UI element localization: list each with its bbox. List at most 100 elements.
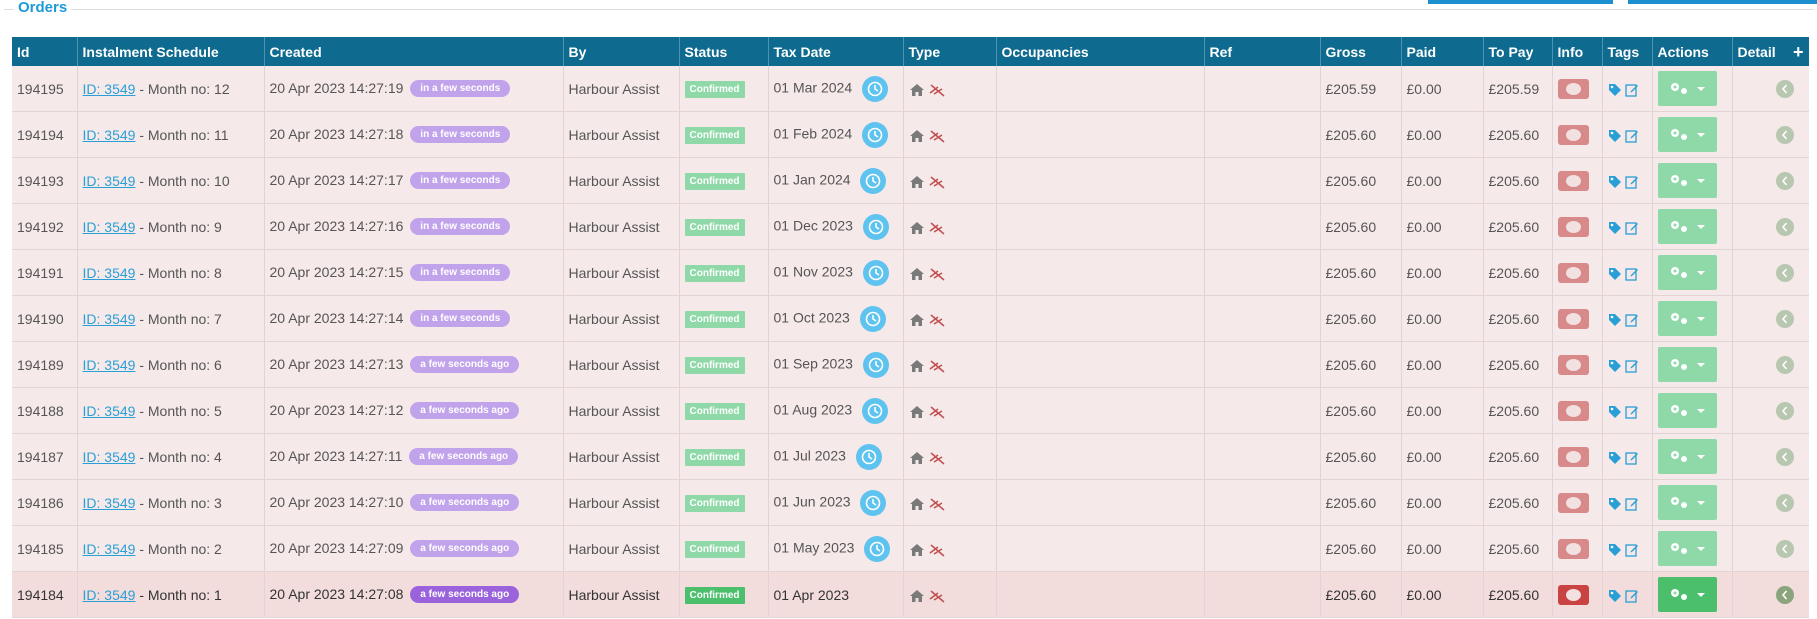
schedule-link[interactable]: ID: 3549 (83, 81, 136, 97)
schedule-link[interactable]: ID: 3549 (83, 311, 136, 327)
chevron-left-icon[interactable] (1775, 171, 1794, 190)
chevron-left-icon[interactable] (1775, 309, 1794, 328)
table-row[interactable]: 194195 ID: 3549 - Month no: 12 20 Apr 20… (12, 66, 1809, 112)
chevron-left-icon[interactable] (1775, 79, 1794, 98)
edit-icon[interactable] (1625, 175, 1639, 189)
chevron-left-icon[interactable] (1775, 447, 1794, 466)
table-row[interactable]: 194187 ID: 3549 - Month no: 4 20 Apr 202… (12, 433, 1809, 480)
edit-icon[interactable] (1625, 589, 1639, 603)
actions-dropdown-button[interactable] (1657, 439, 1717, 474)
table-row[interactable]: 194191 ID: 3549 - Month no: 8 20 Apr 202… (12, 249, 1809, 296)
chevron-left-icon[interactable] (1775, 493, 1794, 512)
actions-dropdown-button[interactable] (1657, 71, 1717, 106)
actions-dropdown-button[interactable] (1657, 531, 1717, 566)
top-action-button-1[interactable] (1428, 0, 1613, 4)
money-icon[interactable] (1557, 492, 1589, 513)
money-icon[interactable] (1557, 216, 1589, 237)
clock-icon[interactable] (864, 535, 891, 562)
money-icon[interactable] (1557, 584, 1589, 605)
money-icon[interactable] (1557, 262, 1589, 283)
col-header-created[interactable]: Created (264, 37, 564, 66)
edit-icon[interactable] (1625, 405, 1639, 419)
tag-icon[interactable] (1608, 267, 1622, 281)
col-header-instalment-schedule[interactable]: Instalment Schedule (77, 37, 265, 66)
schedule-link[interactable]: ID: 3549 (83, 541, 136, 557)
col-header-tags[interactable]: Tags (1602, 37, 1653, 66)
schedule-link[interactable]: ID: 3549 (83, 403, 136, 419)
clock-icon[interactable] (862, 121, 889, 148)
chevron-left-icon[interactable] (1775, 263, 1794, 282)
clock-icon[interactable] (862, 397, 889, 424)
schedule-link[interactable]: ID: 3549 (83, 449, 136, 465)
schedule-link[interactable]: ID: 3549 (83, 495, 136, 511)
col-header-gross[interactable]: Gross (1320, 37, 1402, 66)
col-header-paid[interactable]: Paid (1401, 37, 1484, 66)
chevron-left-icon[interactable] (1775, 401, 1794, 420)
actions-dropdown-button[interactable] (1657, 485, 1717, 520)
money-icon[interactable] (1557, 78, 1589, 99)
table-row[interactable]: 194185 ID: 3549 - Month no: 2 20 Apr 202… (12, 525, 1809, 572)
clock-icon[interactable] (860, 167, 887, 194)
clock-icon[interactable] (855, 443, 882, 470)
chevron-left-icon[interactable] (1775, 539, 1794, 558)
tag-icon[interactable] (1608, 497, 1622, 511)
col-header-id[interactable]: Id (12, 37, 78, 66)
chevron-left-icon[interactable] (1775, 355, 1794, 374)
money-icon[interactable] (1557, 124, 1589, 145)
tag-icon[interactable] (1608, 359, 1622, 373)
edit-icon[interactable] (1625, 129, 1639, 143)
table-row[interactable]: 194188 ID: 3549 - Month no: 5 20 Apr 202… (12, 387, 1809, 434)
actions-dropdown-button[interactable] (1657, 301, 1717, 336)
actions-dropdown-button[interactable] (1657, 577, 1717, 612)
col-header-ref[interactable]: Ref (1204, 37, 1321, 66)
col-header-by[interactable]: By (563, 37, 680, 66)
edit-icon[interactable] (1625, 543, 1639, 557)
tag-icon[interactable] (1608, 543, 1622, 557)
clock-icon[interactable] (862, 259, 889, 286)
col-header-tax-date[interactable]: Tax Date (768, 37, 904, 66)
edit-icon[interactable] (1625, 313, 1639, 327)
money-icon[interactable] (1557, 354, 1589, 375)
clock-icon[interactable] (860, 489, 887, 516)
schedule-link[interactable]: ID: 3549 (83, 265, 136, 281)
edit-icon[interactable] (1625, 267, 1639, 281)
actions-dropdown-button[interactable] (1657, 255, 1717, 290)
actions-dropdown-button[interactable] (1657, 209, 1717, 244)
col-header-info[interactable]: Info (1552, 37, 1603, 66)
tag-icon[interactable] (1608, 175, 1622, 189)
tag-icon[interactable] (1608, 451, 1622, 465)
money-icon[interactable] (1557, 538, 1589, 559)
col-header-status[interactable]: Status (679, 37, 769, 66)
schedule-link[interactable]: ID: 3549 (83, 173, 136, 189)
table-row[interactable]: 194189 ID: 3549 - Month no: 6 20 Apr 202… (12, 341, 1809, 388)
money-icon[interactable] (1557, 446, 1589, 467)
table-row[interactable]: 194186 ID: 3549 - Month no: 3 20 Apr 202… (12, 479, 1809, 526)
actions-dropdown-button[interactable] (1657, 163, 1717, 198)
table-row[interactable]: 194193 ID: 3549 - Month no: 10 20 Apr 20… (12, 157, 1809, 204)
table-row[interactable]: 194190 ID: 3549 - Month no: 7 20 Apr 202… (12, 295, 1809, 342)
money-icon[interactable] (1557, 308, 1589, 329)
col-header-type[interactable]: Type (903, 37, 997, 66)
chevron-left-icon[interactable] (1775, 125, 1794, 144)
col-header-detail[interactable]: Detail + (1732, 37, 1809, 66)
tag-icon[interactable] (1608, 83, 1622, 97)
schedule-link[interactable]: ID: 3549 (83, 587, 136, 603)
edit-icon[interactable] (1625, 497, 1639, 511)
tag-icon[interactable] (1608, 313, 1622, 327)
schedule-link[interactable]: ID: 3549 (83, 219, 136, 235)
edit-icon[interactable] (1625, 221, 1639, 235)
table-row[interactable]: 194184 ID: 3549 - Month no: 1 20 Apr 202… (12, 571, 1809, 618)
schedule-link[interactable]: ID: 3549 (83, 357, 136, 373)
edit-icon[interactable] (1625, 83, 1639, 97)
money-icon[interactable] (1557, 170, 1589, 191)
table-row[interactable]: 194194 ID: 3549 - Month no: 11 20 Apr 20… (12, 111, 1809, 158)
tag-icon[interactable] (1608, 405, 1622, 419)
clock-icon[interactable] (862, 351, 889, 378)
col-header-occupancies[interactable]: Occupancies (996, 37, 1205, 66)
tag-icon[interactable] (1608, 589, 1622, 603)
actions-dropdown-button[interactable] (1657, 347, 1717, 382)
col-header-actions[interactable]: Actions (1652, 37, 1733, 66)
chevron-left-icon[interactable] (1775, 217, 1794, 236)
col-header-to-pay[interactable]: To Pay (1483, 37, 1553, 66)
add-column-icon[interactable]: + (1793, 43, 1804, 61)
